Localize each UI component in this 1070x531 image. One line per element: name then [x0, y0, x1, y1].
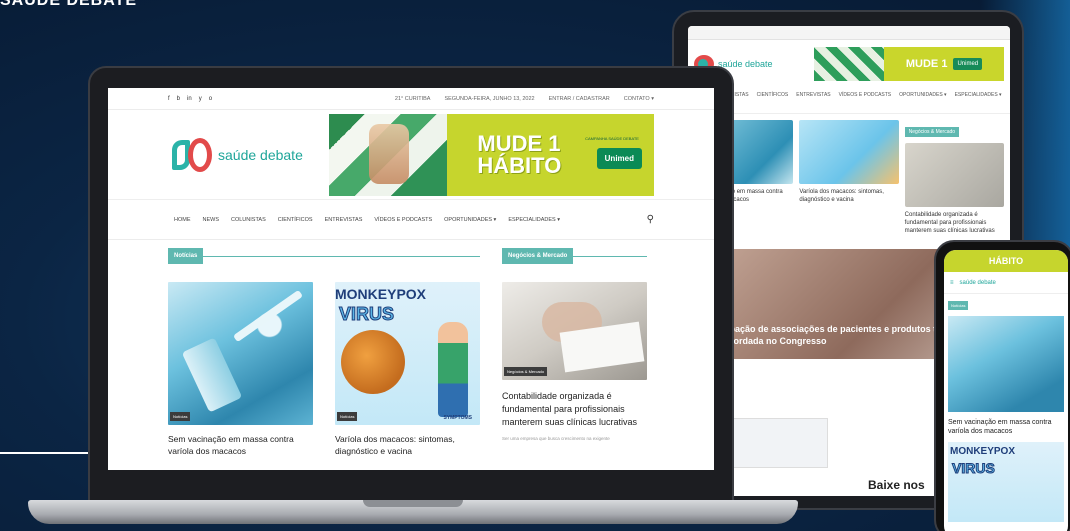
tablet-header: saúde debate MUDE 1 Unimed — [688, 40, 1010, 88]
tablet-body: Sem vacinação em massa contra varíola do… — [688, 114, 1010, 241]
accounting-image: Negócios & Mercado — [502, 282, 647, 380]
tablet-nav-item[interactable]: OPORTUNIDADES ▾ — [899, 92, 946, 98]
menu-icon[interactable]: ≡ — [950, 280, 954, 286]
monkeypox-title: MONKEYPOX — [335, 286, 427, 302]
monkeypox-subtitle: VIRUS — [338, 304, 395, 325]
tablet-banner-brand: Unimed — [953, 58, 983, 70]
main-nav: HOME NEWS COLUNISTAS CIENTÍFICOS ENTREVI… — [108, 200, 714, 240]
tablet-nav-item[interactable]: ENTREVISTAS — [796, 92, 830, 98]
linkedin-icon[interactable]: in — [187, 96, 192, 102]
monkeypox-image[interactable]: MONKEYPOX VIRUS — [948, 442, 1064, 522]
social-links: f b in y o — [168, 96, 368, 102]
accounting-image[interactable] — [904, 143, 1004, 207]
banner-brand: Unimed — [596, 147, 642, 169]
tablet-sidebar-title[interactable]: Contabilidade organizada é fundamental p… — [905, 211, 1004, 235]
phone-screen: HÁBITO ≡ saúde debate Notícias Sem vacin… — [944, 250, 1068, 531]
category-badge: Notícias — [337, 412, 358, 421]
nav-news[interactable]: NEWS — [203, 217, 220, 223]
tablet-ad-banner[interactable]: MUDE 1 Unimed — [814, 47, 1004, 81]
tablet-nav-item[interactable]: VÍDEOS E PODCASTS — [839, 92, 892, 98]
nav-cientificos[interactable]: CIENTÍFICOS — [278, 217, 313, 223]
phone-ad-banner[interactable]: HÁBITO — [944, 250, 1068, 272]
weather-readout: 21° CURITIBA — [394, 95, 431, 102]
phone-header: ≡ saúde debate — [944, 272, 1068, 294]
nav-entrevistas[interactable]: ENTREVISTAS — [325, 217, 363, 223]
news-card[interactable]: MONKEYPOX VIRUS SYMPTOMS Notícias Varíol… — [335, 282, 480, 457]
nav-home[interactable]: HOME — [174, 217, 191, 223]
twitter-icon[interactable]: y — [199, 96, 202, 102]
tablet-topbar — [688, 26, 1010, 40]
nav-colunistas[interactable]: COLUNISTAS — [231, 217, 266, 223]
site-logo[interactable]: saúde debate — [172, 136, 321, 174]
nav-videos-podcasts[interactable]: VÍDEOS E PODCASTS — [374, 217, 432, 223]
banner-photo — [329, 113, 448, 196]
nav-especialidades[interactable]: ESPECIALIDADES ▾ — [508, 217, 560, 223]
tablet-footer-text: Baixe nos — [868, 478, 925, 492]
tablet-nav-item[interactable]: CIENTÍFICOS — [757, 92, 789, 98]
tablet-nav: HOME COLUNISTAS CIENTÍFICOS ENTREVISTAS … — [688, 88, 1010, 114]
card-title[interactable]: Contabilidade organizada é fundamental p… — [502, 390, 647, 429]
phone-logo-text[interactable]: saúde debate — [960, 280, 996, 286]
nav-oportunidades[interactable]: OPORTUNIDADES ▾ — [444, 217, 496, 223]
date-readout: SEGUNDA-FEIRA, JUNHO 13, 2022 — [444, 95, 535, 102]
content-area: Notícias Notícias Sem vacinação em massa… — [108, 240, 714, 457]
topbar-right: 21° CURITIBA SEGUNDA-FEIRA, JUNHO 13, 20… — [395, 96, 654, 102]
vaccine-image: Notícias — [168, 282, 313, 425]
contact-link[interactable]: CONTATO ▾ — [624, 96, 654, 102]
banner-promo: CAMPANHA SAÚDE DEBATE — [585, 135, 639, 141]
tablet-logo-text: saúde debate — [718, 59, 773, 69]
phone-device: HÁBITO ≡ saúde debate Notícias Sem vacin… — [934, 240, 1070, 531]
card-title[interactable]: Sem vacinação em massa contra varíola do… — [168, 433, 313, 457]
phone-card-title[interactable]: Sem vacinação em massa contra varíola do… — [948, 418, 1064, 436]
site-topbar: f b in y o 21° CURITIBA SEGUNDA-FEIRA, J… — [108, 88, 714, 110]
decorative-line — [0, 452, 95, 454]
instagram-icon[interactable]: o — [209, 96, 212, 102]
section-tag-negocios[interactable]: Negócios & Mercado — [502, 248, 574, 264]
search-icon[interactable]: ⚲ — [647, 214, 654, 225]
section-tag-noticias[interactable]: Notícias — [168, 248, 204, 264]
tablet-nav-item[interactable]: ESPECIALIDADES ▾ — [955, 92, 1002, 98]
news-card[interactable]: Notícias Sem vacinação em massa contra v… — [168, 282, 313, 457]
logo-mark-icon — [172, 136, 212, 174]
tablet-card-title: Varíola dos macacos: sintomas, diagnósti… — [799, 189, 884, 203]
category-badge: Negócios & Mercado — [504, 367, 548, 376]
card-excerpt: Ser uma empresa que busca crescimento na… — [502, 436, 610, 441]
top-caption: SAÚDE DEBATE — [0, 0, 138, 9]
negocios-section: Negócios & Mercado Negócios & Mercado Co… — [502, 248, 647, 457]
monkeypox-image — [799, 120, 899, 184]
blog-icon[interactable]: b — [177, 96, 180, 102]
login-link[interactable]: ENTRAR / CADASTRAR — [549, 96, 610, 102]
tablet-section-tag: Negócios & Mercado — [904, 127, 960, 137]
monkeypox-image: MONKEYPOX VIRUS SYMPTOMS Notícias — [335, 282, 480, 425]
facebook-icon[interactable]: f — [168, 96, 170, 102]
banner-headline: MUDE 1 HÁBITO — [477, 130, 562, 178]
noticias-section: Notícias Notícias Sem vacinação em massa… — [168, 248, 480, 457]
vaccine-image[interactable] — [948, 316, 1064, 412]
ad-banner[interactable]: MUDE 1 HÁBITO CAMPANHA SAÚDE DEBATE Unim… — [329, 113, 654, 196]
phone-section-tag[interactable]: Notícias — [948, 301, 969, 310]
tablet-card[interactable]: Varíola dos macacos: sintomas, diagnósti… — [799, 120, 899, 235]
logo-text: saúde debate — [218, 146, 303, 163]
category-badge: Notícias — [170, 412, 191, 421]
business-card[interactable]: Negócios & Mercado Contabilidade organiz… — [502, 282, 647, 443]
tablet-sidebar: Negócios & Mercado Contabilidade organiz… — [904, 120, 1004, 235]
tablet-thumbnail-strip — [718, 418, 828, 468]
site-header: saúde debate MUDE 1 HÁBITO CAMPANHA SAÚD… — [108, 110, 714, 200]
laptop-base — [28, 500, 798, 524]
monkeypox-symptoms: SYMPTOMS — [443, 415, 472, 421]
tablet-banner-headline: MUDE 1 — [905, 58, 948, 70]
laptop-screen: f b in y o 21° CURITIBA SEGUNDA-FEIRA, J… — [108, 88, 714, 470]
card-title[interactable]: Varíola dos macacos: sintomas, diagnósti… — [335, 433, 480, 457]
